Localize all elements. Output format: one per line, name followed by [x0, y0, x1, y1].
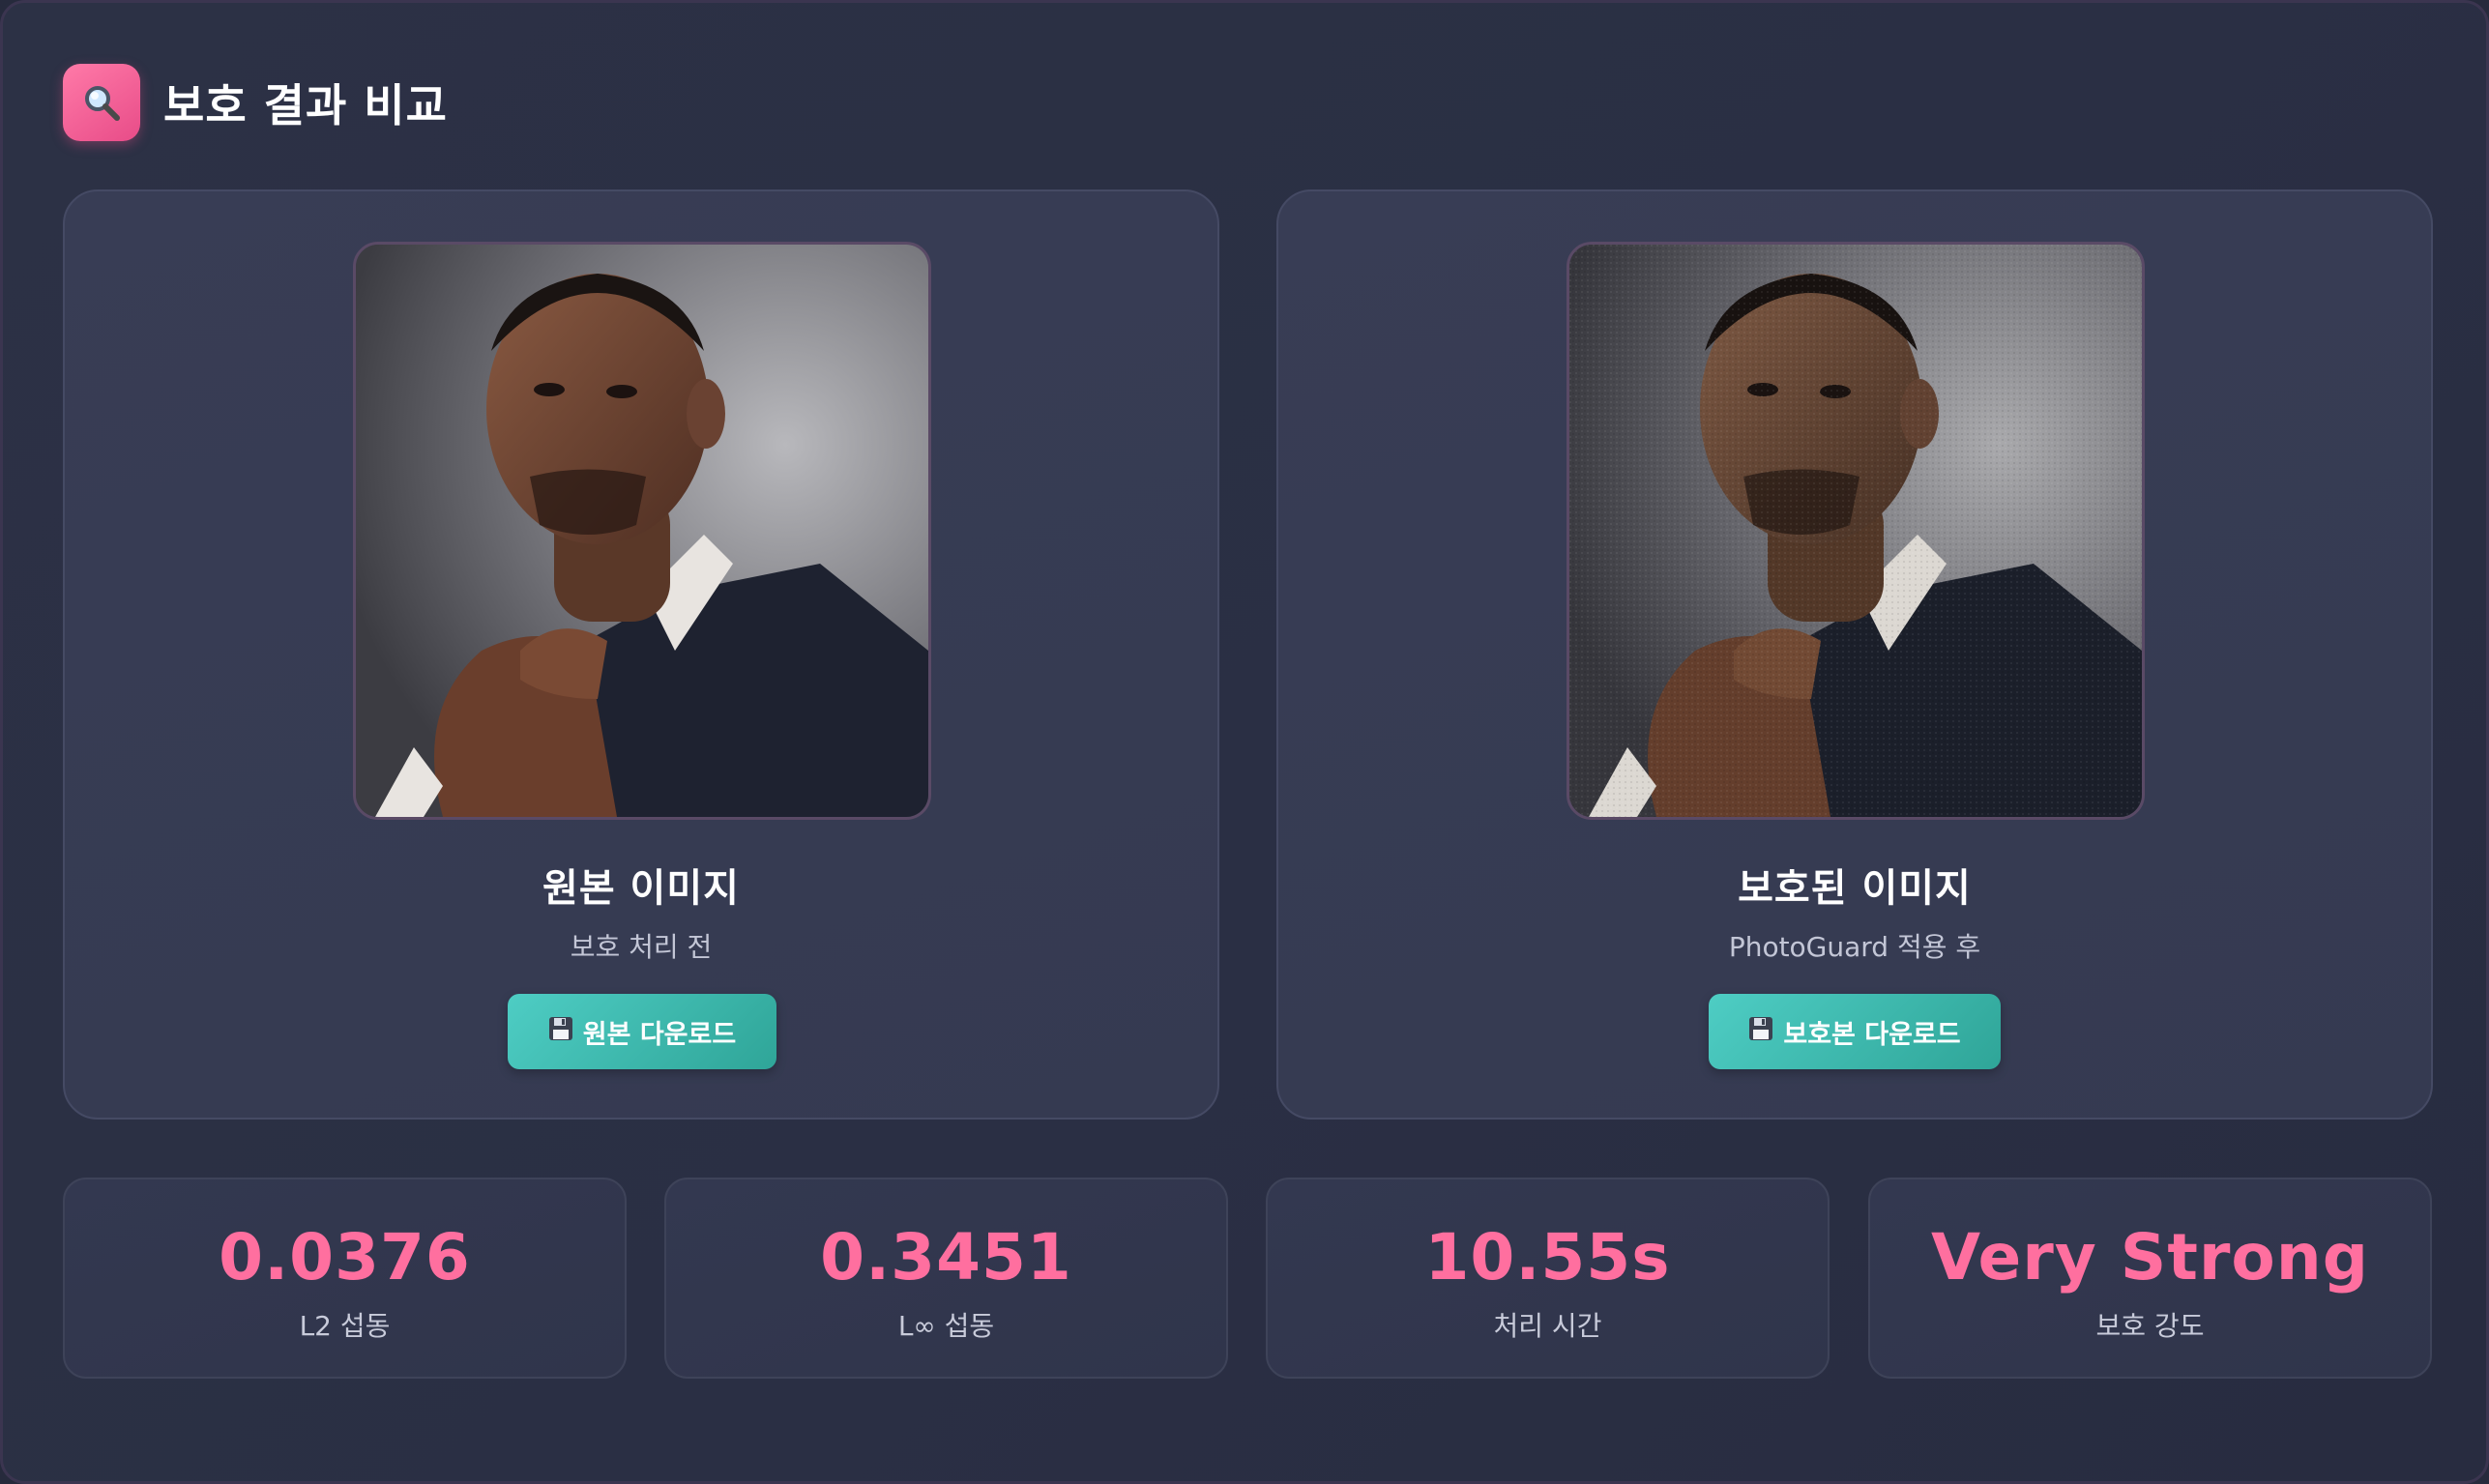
stat-value: 0.0376 — [219, 1220, 471, 1295]
stat-label: 처리 시간 — [1493, 1310, 1602, 1342]
stat-value: 10.55s — [1424, 1220, 1671, 1295]
stat-value: 0.3451 — [820, 1220, 1072, 1295]
protected-portrait-image — [1567, 242, 2145, 820]
original-image-card: 원본 이미지 보호 처리 전 원본 다운로드 — [63, 189, 1219, 1120]
floppy-disk-icon — [1748, 1016, 1773, 1048]
results-panel: 보호 결과 비교 원본 이미지 보호 처리 전 원본 다운로드 보호된 이미지 … — [0, 0, 2489, 1484]
original-image-title: 원본 이미지 — [542, 866, 740, 911]
download-protected-button[interactable]: 보호본 다운로드 — [1709, 994, 2001, 1069]
stat-label: 보호 강도 — [2095, 1310, 2205, 1342]
stat-protection-strength: Very Strong 보호 강도 — [1868, 1178, 2432, 1379]
download-original-button[interactable]: 원본 다운로드 — [508, 994, 776, 1069]
protected-image-subtitle: PhotoGuard 적용 후 — [1728, 931, 1981, 963]
protected-image-title: 보호된 이미지 — [1738, 866, 1972, 911]
floppy-disk-icon — [548, 1016, 573, 1048]
stat-label: L∞ 섭동 — [897, 1310, 995, 1342]
magnifier-icon — [63, 64, 140, 141]
download-protected-label: 보호본 다운로드 — [1783, 1019, 1961, 1050]
protected-image-card: 보호된 이미지 PhotoGuard 적용 후 보호본 다운로드 — [1276, 189, 2433, 1120]
stat-value: Very Strong — [1931, 1220, 2369, 1295]
stat-linf-perturbation: 0.3451 L∞ 섭동 — [664, 1178, 1228, 1379]
stat-label: L2 섭동 — [299, 1310, 391, 1342]
stat-processing-time: 10.55s 처리 시간 — [1266, 1178, 1830, 1379]
original-image-subtitle: 보호 처리 전 — [570, 931, 713, 963]
download-original-label: 원본 다운로드 — [582, 1019, 737, 1050]
page-title: 보호 결과 비교 — [163, 79, 448, 131]
stat-l2-perturbation: 0.0376 L2 섭동 — [63, 1178, 627, 1379]
panel-header: 보호 결과 비교 — [63, 64, 448, 141]
original-portrait-image — [353, 242, 931, 820]
